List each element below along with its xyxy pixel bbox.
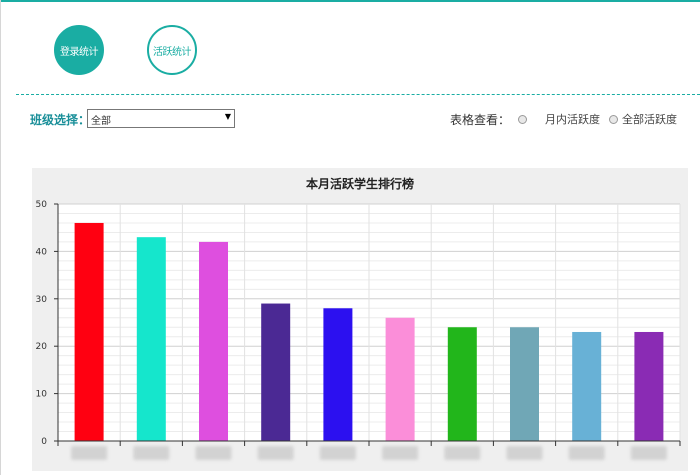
y-tick-label: 20 bbox=[36, 342, 48, 352]
redacted-category-label bbox=[195, 446, 232, 460]
bar bbox=[447, 327, 477, 441]
redacted-category-label bbox=[133, 446, 170, 460]
bar bbox=[385, 317, 415, 441]
redacted-category-label bbox=[568, 446, 605, 460]
bar bbox=[323, 308, 353, 441]
bar bbox=[136, 237, 166, 441]
bar bbox=[261, 303, 291, 441]
bar bbox=[199, 241, 228, 441]
y-tick-label: 40 bbox=[36, 247, 48, 257]
y-tick-label: 0 bbox=[41, 437, 47, 447]
y-tick-label: 30 bbox=[36, 295, 48, 305]
redacted-category-label bbox=[257, 446, 294, 460]
redacted-category-label bbox=[444, 446, 481, 460]
bar bbox=[634, 331, 664, 441]
bar bbox=[510, 327, 539, 441]
redacted-category-label bbox=[382, 446, 419, 460]
redacted-category-label bbox=[319, 446, 356, 460]
y-tick-label: 50 bbox=[36, 200, 48, 210]
redacted-category-label bbox=[506, 446, 543, 460]
redacted-category-label bbox=[630, 446, 667, 460]
redacted-category-label bbox=[71, 446, 108, 460]
y-tick-label: 10 bbox=[36, 390, 48, 400]
bar bbox=[572, 331, 602, 441]
bar bbox=[74, 222, 104, 441]
activity-bar-chart: 0 10 20 30 40 50 bbox=[36, 200, 681, 460]
